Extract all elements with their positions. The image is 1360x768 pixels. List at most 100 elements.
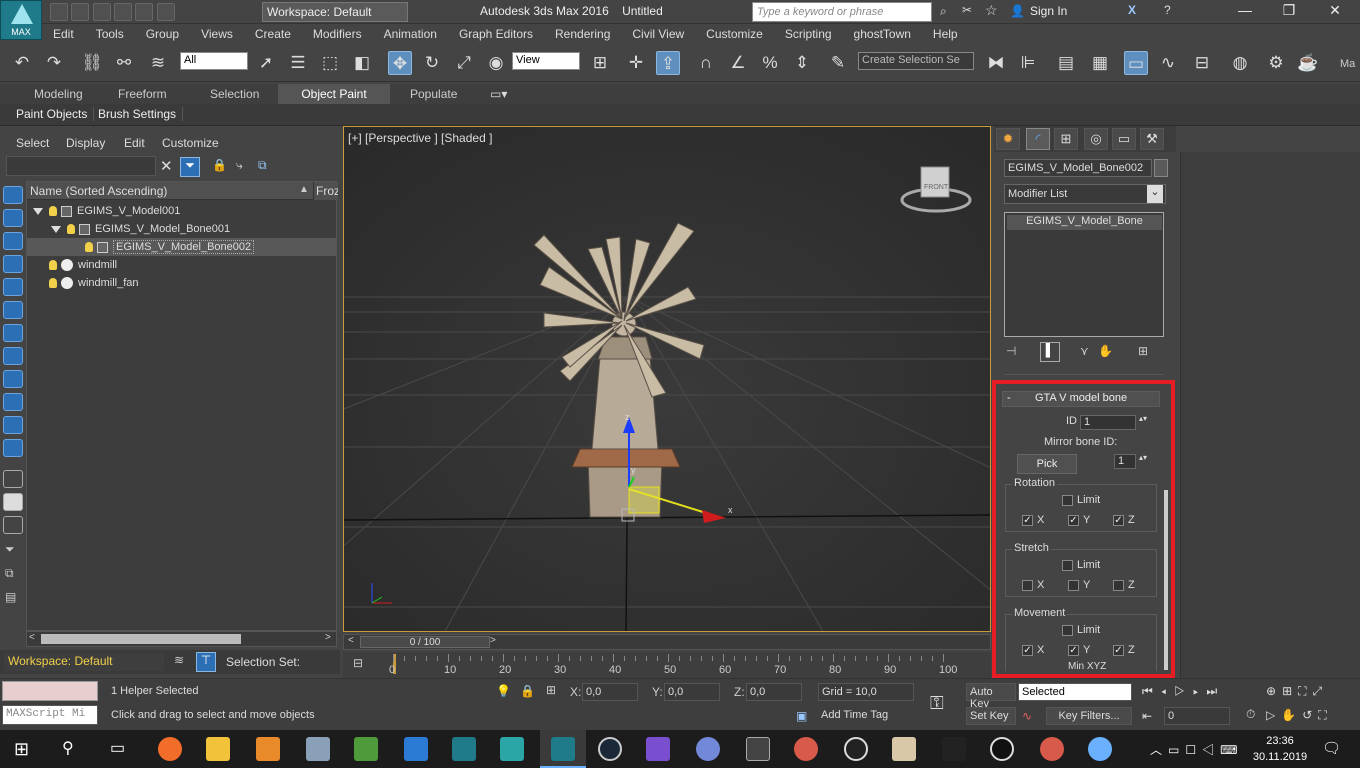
modify-tab-icon[interactable]: ◜ bbox=[1026, 128, 1050, 150]
scene-search-field[interactable] bbox=[6, 156, 156, 176]
select-children-icon[interactable]: ⤷ bbox=[236, 158, 243, 173]
start-icon[interactable]: ⊞ bbox=[14, 739, 34, 759]
photo-app-icon[interactable] bbox=[256, 737, 280, 761]
configure-modifier-sets-icon[interactable]: ⊞ bbox=[1138, 344, 1148, 358]
user-icon[interactable]: 👤 bbox=[1010, 4, 1025, 18]
mirror-icon[interactable]: ⧓ bbox=[984, 51, 1008, 75]
scene-explorer-icon[interactable]: ▦ bbox=[1088, 51, 1112, 75]
maximize-viewport-icon[interactable]: ⛶ bbox=[1318, 708, 1332, 722]
percent-snap-icon[interactable]: % bbox=[758, 51, 782, 75]
selection-lock-icon[interactable]: 🔒 bbox=[520, 684, 535, 698]
display-groups-icon[interactable] bbox=[3, 324, 23, 342]
go-to-end-icon[interactable]: ⏭ bbox=[1206, 684, 1225, 698]
keyboard-shortcut-override-icon[interactable]: ⇪ bbox=[656, 51, 680, 75]
max-launcher-icon[interactable] bbox=[452, 737, 476, 761]
menu-modifiers[interactable]: Modifiers bbox=[302, 24, 373, 41]
network-app-icon[interactable] bbox=[306, 737, 330, 761]
play-icon[interactable]: ▷ bbox=[1174, 684, 1193, 698]
create-tab-icon[interactable]: ✹ bbox=[996, 128, 1020, 150]
menu-group[interactable]: Group bbox=[135, 24, 190, 41]
toolbar-overflow[interactable]: Ma bbox=[1340, 58, 1355, 70]
pin-stack-icon[interactable]: ⊣ bbox=[1006, 344, 1016, 358]
trackbar[interactable]: ⊟ 0 10 20 30 40 50 60 70 80 90 100 bbox=[343, 652, 991, 678]
bind-spacewarp-icon[interactable]: ≋ bbox=[146, 51, 170, 75]
undo-icon[interactable]: ↶ bbox=[10, 51, 34, 75]
menu-animation[interactable]: Animation bbox=[373, 24, 448, 41]
time-slider-track[interactable]: < 0 / 100 > bbox=[343, 634, 991, 650]
edit-named-selection-icon[interactable]: ✎ bbox=[826, 51, 850, 75]
menu-edit[interactable]: Edit bbox=[42, 24, 85, 41]
select-and-place-icon[interactable]: ◉ bbox=[484, 51, 508, 75]
subscription-icon[interactable]: ✂ bbox=[962, 3, 972, 17]
isolate-selection-icon[interactable]: 💡 bbox=[496, 684, 511, 698]
visibility-bulb-icon[interactable] bbox=[49, 260, 57, 271]
angle-snap-icon[interactable]: ∠ bbox=[726, 51, 750, 75]
scene-row[interactable]: EGIMS_V_Model001 bbox=[27, 202, 336, 220]
modifier-stack-item[interactable]: EGIMS_V_Model_Bone bbox=[1007, 215, 1162, 230]
set-key-button[interactable]: Set Key bbox=[966, 707, 1016, 725]
display-containers-icon[interactable] bbox=[3, 393, 23, 411]
tab-selection[interactable]: Selection bbox=[210, 87, 259, 101]
orbit-icon[interactable]: ↺ bbox=[1302, 708, 1318, 722]
scene-menu-select[interactable]: Select bbox=[16, 136, 49, 150]
manipulate-icon[interactable]: ✛ bbox=[624, 51, 648, 75]
display-geometry-icon[interactable] bbox=[3, 186, 23, 204]
menu-rendering[interactable]: Rendering bbox=[544, 24, 621, 41]
expand-arrow-icon[interactable] bbox=[33, 207, 43, 215]
reference-coordinate-dropdown[interactable]: View bbox=[512, 52, 580, 70]
scene-row-selected[interactable]: EGIMS_V_Model_Bone002 bbox=[27, 238, 336, 256]
notifications-icon[interactable]: 🗨 bbox=[1322, 739, 1341, 757]
ribbon-toggle-icon[interactable]: ▭ bbox=[1124, 51, 1148, 75]
tray-network-icon[interactable]: ☐ bbox=[1185, 743, 1202, 757]
menu-ghosttown[interactable]: ghostTown bbox=[843, 24, 922, 41]
display-tab-icon[interactable]: ▭ bbox=[1112, 128, 1136, 150]
help-search-input[interactable]: Type a keyword or phrase bbox=[752, 2, 932, 22]
column-header-frozen[interactable]: Froz bbox=[313, 182, 338, 200]
hierarchy-tab-icon[interactable]: ⊞ bbox=[1054, 128, 1078, 150]
file-explorer-icon[interactable] bbox=[206, 737, 230, 761]
unlink-icon[interactable]: ⚯ bbox=[112, 51, 136, 75]
display-lights-icon[interactable] bbox=[3, 232, 23, 250]
active-3dsmax-task[interactable] bbox=[540, 730, 586, 768]
brush-settings-button[interactable]: Brush Settings bbox=[98, 107, 184, 121]
firefox-icon[interactable] bbox=[158, 737, 182, 761]
viewport-label[interactable]: [+] [Perspective ] [Shaded ] bbox=[348, 131, 492, 145]
perspective-viewport[interactable]: z y x FRONT [+] [Perspective ] [Shaded ] bbox=[343, 126, 991, 632]
key-icon[interactable]: ⚿ bbox=[930, 693, 944, 714]
previous-frame-icon[interactable]: ◂ bbox=[1161, 684, 1174, 698]
lock-icon[interactable]: 🔒 bbox=[212, 158, 227, 172]
menu-graph-editors[interactable]: Graph Editors bbox=[448, 24, 544, 41]
iv-app-icon[interactable] bbox=[892, 737, 916, 761]
zoom-all-icon[interactable]: ⊞ bbox=[1282, 684, 1298, 698]
rectangular-selection-icon[interactable]: ⬚ bbox=[318, 51, 342, 75]
spinner-snap-icon[interactable]: ⇕ bbox=[790, 51, 814, 75]
undo-icon[interactable] bbox=[114, 3, 133, 21]
sm-app-icon[interactable] bbox=[746, 737, 770, 761]
expand-arrow-icon[interactable] bbox=[51, 225, 61, 233]
time-slider-thumb[interactable]: 0 / 100 bbox=[360, 636, 490, 648]
maxscript-listener-output[interactable] bbox=[2, 681, 98, 701]
absolute-mode-icon[interactable]: ⊞ bbox=[546, 683, 556, 697]
schematic-view-icon[interactable]: ⊟ bbox=[1190, 51, 1214, 75]
modifier-list-dropdown[interactable]: Modifier List ⌄ bbox=[1004, 184, 1166, 204]
layers-icon[interactable]: ▤ bbox=[5, 590, 16, 604]
menu-create[interactable]: Create bbox=[244, 24, 302, 41]
scene-menu-edit[interactable]: Edit bbox=[124, 136, 145, 150]
display-all-icon[interactable] bbox=[3, 470, 23, 488]
object-color-swatch[interactable] bbox=[1154, 159, 1168, 177]
scroll-left-icon[interactable]: < bbox=[29, 632, 35, 643]
maxscript-input[interactable]: MAXScript Mi bbox=[2, 705, 98, 725]
tab-object-paint[interactable]: Object Paint bbox=[278, 84, 390, 104]
scene-row[interactable]: windmill_fan bbox=[27, 274, 336, 292]
tray-chevron-icon[interactable]: ︿ bbox=[1150, 743, 1168, 757]
taskbar-clock[interactable]: 23:36 30.11.2019 bbox=[1240, 733, 1320, 765]
display-shapes-icon[interactable] bbox=[3, 209, 23, 227]
redo-icon[interactable] bbox=[135, 3, 154, 21]
render-icon[interactable]: ☕ bbox=[1296, 51, 1320, 75]
tab-freeform[interactable]: Freeform bbox=[118, 87, 167, 101]
scene-horizontal-scrollbar[interactable]: < > bbox=[26, 631, 337, 647]
object-name-field[interactable]: EGIMS_V_Model_Bone002 bbox=[1004, 159, 1152, 177]
display-xrefs-icon[interactable] bbox=[3, 347, 23, 365]
next-frame-icon[interactable]: > bbox=[490, 635, 496, 646]
menu-views[interactable]: Views bbox=[190, 24, 244, 41]
